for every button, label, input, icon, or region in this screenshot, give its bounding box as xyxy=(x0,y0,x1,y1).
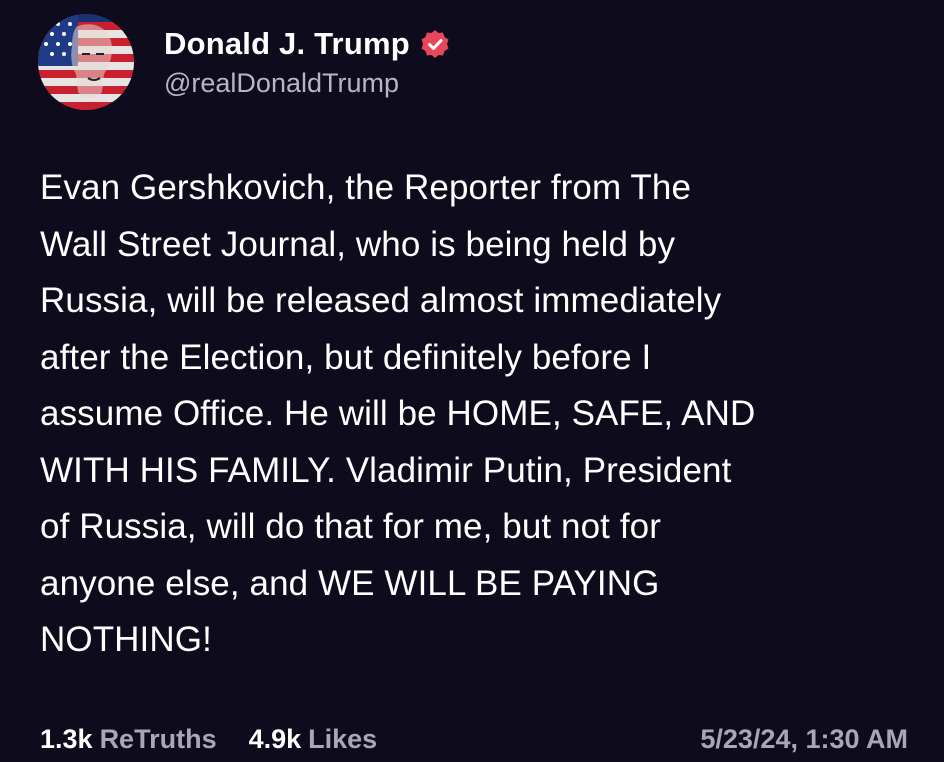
avatar[interactable] xyxy=(38,14,134,110)
post-header: Donald J. Trump @realDonaldTrump xyxy=(38,14,450,110)
retruths-label: ReTruths xyxy=(99,723,217,754)
retruths-count: 1.3k xyxy=(40,723,93,754)
retruths-stat[interactable]: 1.3k ReTruths xyxy=(40,724,217,755)
author-names: Donald J. Trump @realDonaldTrump xyxy=(164,26,450,99)
post-timestamp[interactable]: 5/23/24, 1:30 AM xyxy=(700,724,908,755)
likes-stat[interactable]: 4.9k Likes xyxy=(249,724,378,755)
post-card: Donald J. Trump @realDonaldTrump Evan Ge… xyxy=(0,0,944,762)
display-name[interactable]: Donald J. Trump xyxy=(164,26,410,62)
likes-label: Likes xyxy=(308,723,378,754)
post-body-text: Evan Gershkovich, the Reporter from The … xyxy=(40,168,756,659)
display-name-row: Donald J. Trump xyxy=(164,26,450,62)
avatar-flag-portrait-icon xyxy=(38,14,134,110)
likes-count: 4.9k xyxy=(248,723,302,754)
verified-badge-icon xyxy=(420,29,450,59)
author-handle[interactable]: @realDonaldTrump xyxy=(164,68,450,99)
post-footer: 1.3k ReTruths 4.9k Likes 5/23/24, 1:30 A… xyxy=(40,719,908,759)
